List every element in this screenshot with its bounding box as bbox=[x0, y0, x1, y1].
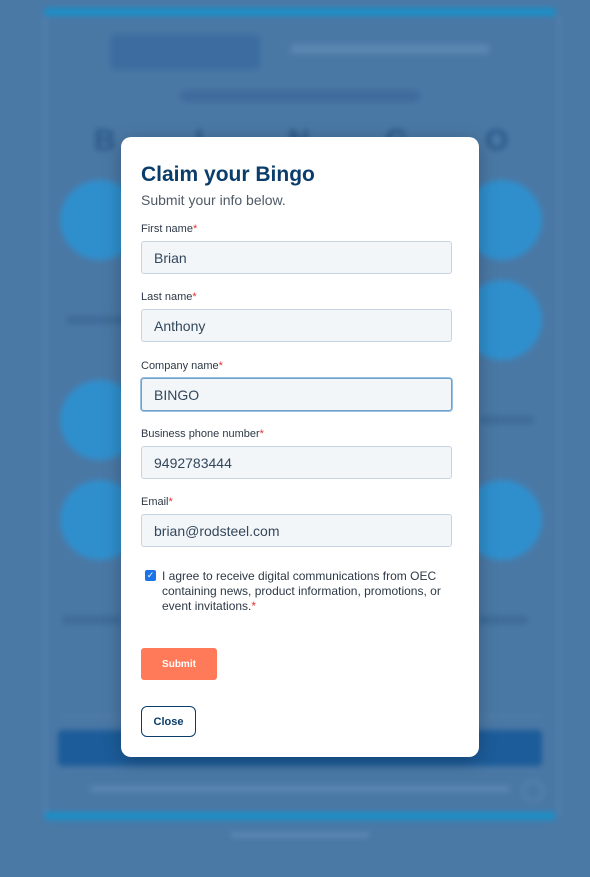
claim-bingo-modal: Claim your Bingo Submit your info below.… bbox=[121, 137, 479, 757]
email-input[interactable] bbox=[141, 514, 452, 547]
checkmark-icon: ✓ bbox=[146, 570, 155, 580]
business-phone-input[interactable] bbox=[141, 446, 452, 479]
required-marker: * bbox=[218, 360, 223, 372]
bingo-letter-o: O bbox=[485, 124, 509, 157]
required-marker: * bbox=[168, 496, 173, 508]
background-copyright bbox=[230, 832, 370, 838]
bingo-letter-b: B bbox=[94, 124, 116, 157]
required-marker: * bbox=[192, 291, 197, 303]
required-marker: * bbox=[251, 599, 257, 613]
bingo-square-text bbox=[480, 416, 534, 424]
consent-checkbox[interactable]: ✓ bbox=[145, 570, 156, 581]
bingo-square-text bbox=[62, 616, 122, 624]
background-logo bbox=[110, 34, 260, 70]
background-top-bar bbox=[44, 8, 556, 16]
bingo-square-text bbox=[478, 616, 528, 624]
bingo-square-text bbox=[66, 316, 126, 324]
email-label: Email* bbox=[141, 496, 173, 508]
background-bottom-bar bbox=[44, 812, 556, 820]
background-footer-icon bbox=[522, 780, 544, 802]
first-name-label: First name* bbox=[141, 223, 198, 235]
required-marker: * bbox=[192, 223, 198, 235]
modal-title: Claim your Bingo bbox=[141, 163, 315, 186]
required-marker: * bbox=[259, 428, 264, 440]
last-name-label: Last name* bbox=[141, 291, 197, 303]
close-button[interactable]: Close bbox=[141, 706, 196, 737]
first-name-input[interactable] bbox=[141, 241, 452, 274]
consent-label: I agree to receive digital communication… bbox=[162, 569, 441, 613]
last-name-input[interactable] bbox=[141, 309, 452, 342]
company-name-label: Company name* bbox=[141, 360, 223, 372]
background-header-text bbox=[290, 44, 490, 54]
background-heading-text bbox=[180, 90, 420, 102]
company-name-input[interactable] bbox=[141, 378, 452, 411]
modal-subtitle: Submit your info below. bbox=[141, 192, 286, 208]
background-footer-text bbox=[90, 786, 510, 792]
submit-button[interactable]: Submit bbox=[141, 648, 217, 680]
business-phone-label: Business phone number* bbox=[141, 428, 264, 440]
